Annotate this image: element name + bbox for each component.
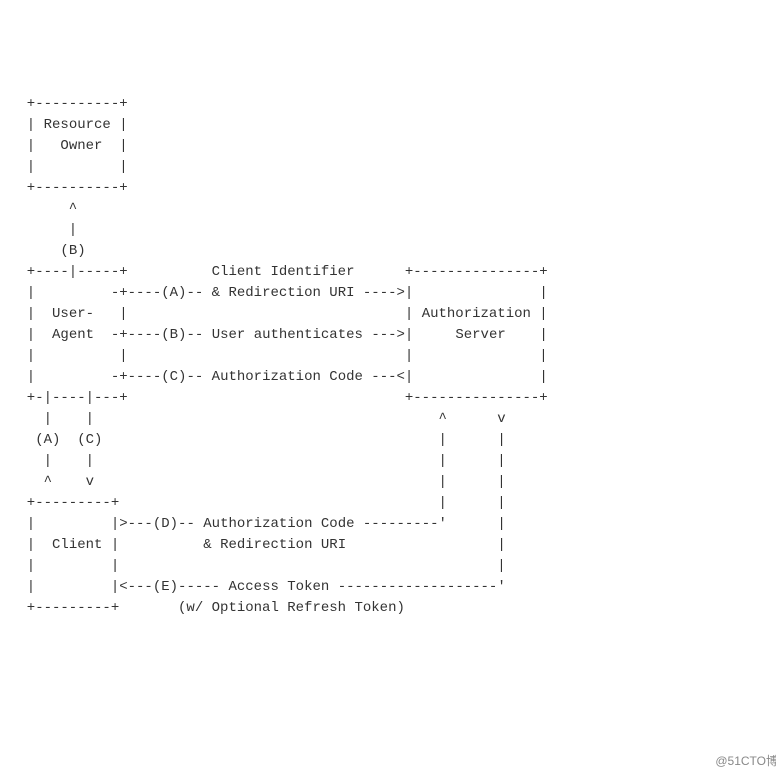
auth-server-label-2: Server	[455, 327, 505, 343]
user-agent-label-2: Agent	[52, 327, 94, 343]
step-e: (E)	[153, 579, 178, 595]
redirection-uri-label: & Redirection URI	[212, 285, 355, 301]
user-auth-label: User authenticates	[212, 327, 363, 343]
watermark: @51CTO博客	[715, 752, 776, 770]
step-d: (D)	[153, 516, 178, 532]
client-label: Client	[52, 537, 102, 553]
optional-refresh-label: (w/ Optional Refresh Token)	[178, 600, 405, 616]
step-b-up: (B)	[60, 243, 85, 259]
step-b-right: (B)	[161, 327, 186, 343]
step-c-down: (C)	[77, 432, 102, 448]
step-a-right: (A)	[161, 285, 186, 301]
auth-code-label: Authorization Code	[212, 369, 363, 385]
auth-code-d-label: Authorization Code	[203, 516, 354, 532]
redirection-uri-d-label: & Redirection URI	[203, 537, 346, 553]
client-identifier-label: Client Identifier	[212, 264, 355, 280]
user-agent-label-1: User-	[52, 306, 94, 322]
auth-server-label-1: Authorization	[422, 306, 531, 322]
step-a-down: (A)	[35, 432, 60, 448]
ascii-diagram: +----------+ | Resource | | Owner | | | …	[10, 94, 776, 619]
step-c-left: (C)	[161, 369, 186, 385]
access-token-label: Access Token	[228, 579, 329, 595]
resource-owner-label-1: Resource	[44, 117, 111, 133]
resource-owner-label-2: Owner	[60, 138, 102, 154]
